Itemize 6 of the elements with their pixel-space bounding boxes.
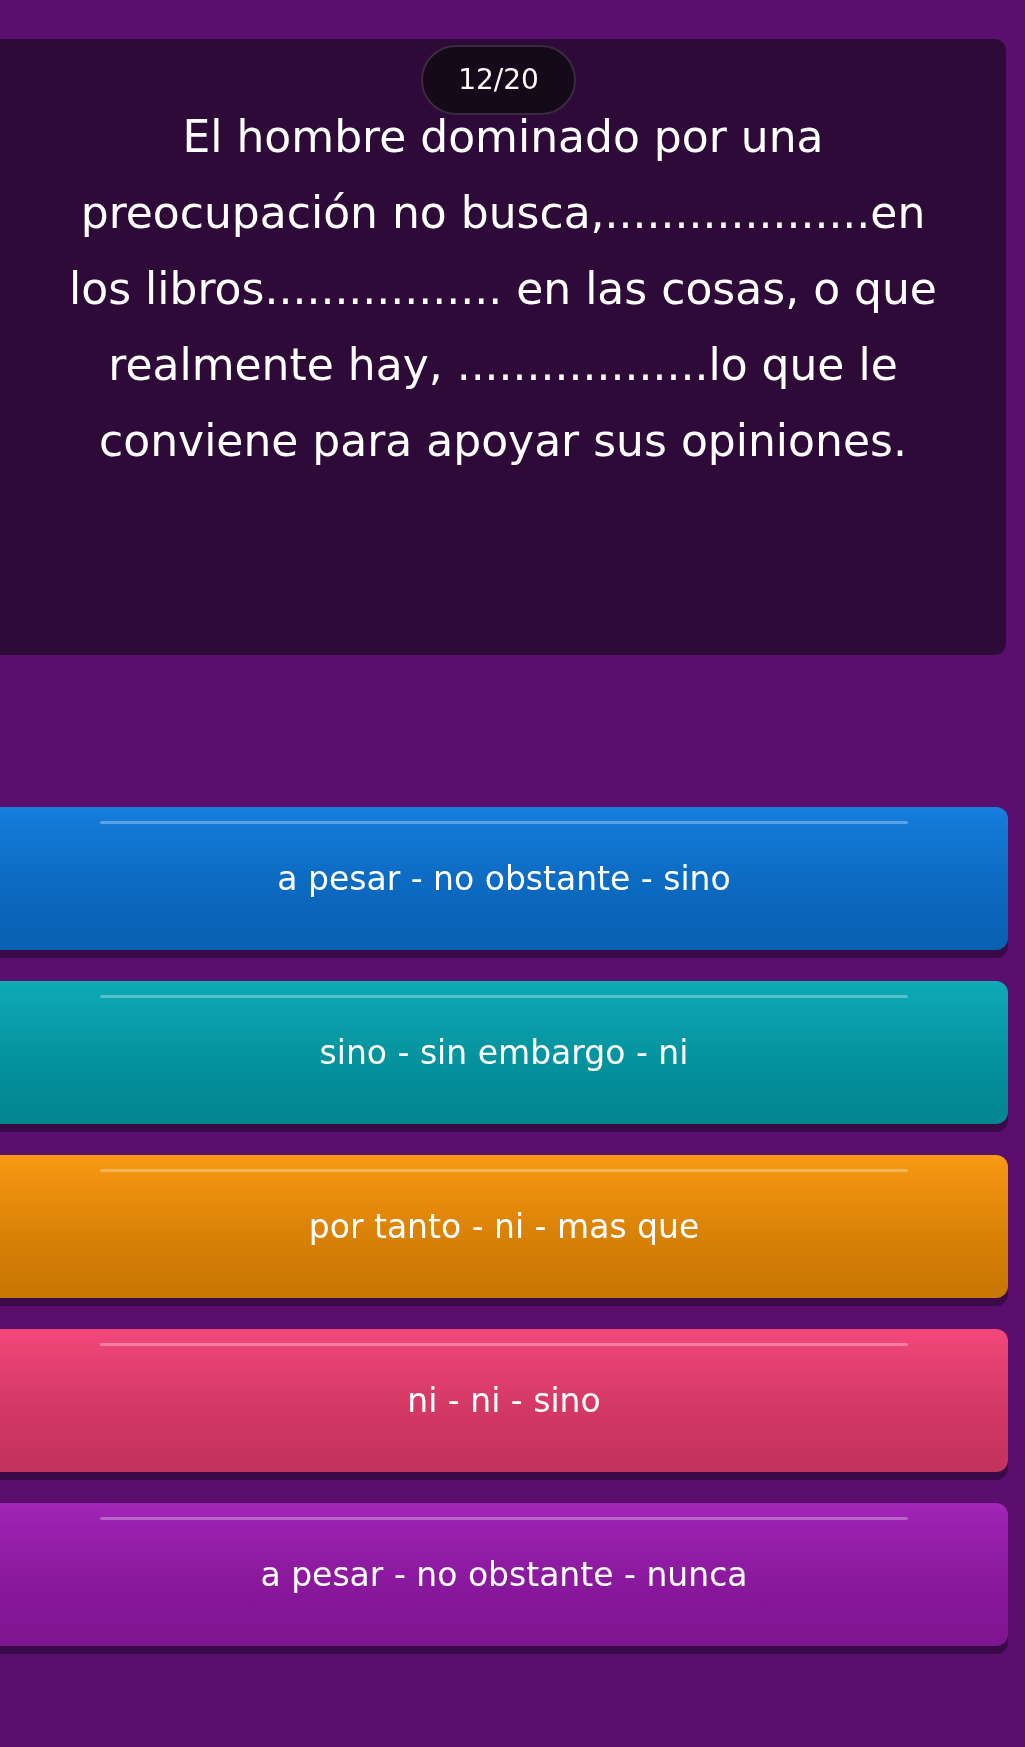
answer-option[interactable]: por tanto - ni - mas que <box>0 1155 1008 1298</box>
answer-option[interactable]: ni - ni - sino <box>0 1329 1008 1472</box>
question-counter: 12/20 <box>421 45 576 115</box>
answer-option[interactable]: a pesar - no obstante - sino <box>0 807 1008 950</box>
answer-option[interactable]: a pesar - no obstante - nunca <box>0 1503 1008 1646</box>
answer-option[interactable]: sino - sin embargo - ni <box>0 981 1008 1124</box>
